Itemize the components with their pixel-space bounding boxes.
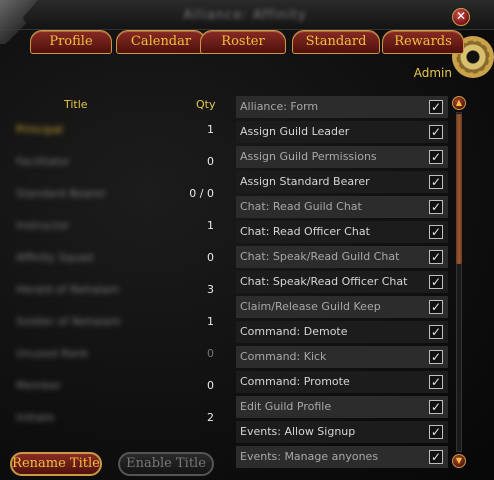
rank-title: Initiate	[16, 411, 55, 424]
permission-row[interactable]: Assign Standard Bearer ✓	[236, 171, 448, 193]
tab-bar: Profile Calendar Roster Standard Rewards	[30, 30, 464, 54]
permission-row[interactable]: Assign Guild Permissions ✓	[236, 146, 448, 168]
window-title: Alliance: Affinity	[183, 8, 307, 23]
rank-row[interactable]: Initiate 2	[6, 406, 228, 430]
permission-scrollbar[interactable]: ▲ ▼	[452, 96, 466, 468]
rank-row[interactable]: Soldier of Nehalam 1	[6, 310, 228, 334]
permission-row[interactable]: Claim/Release Guild Keep ✓	[236, 296, 448, 318]
rank-title: Unused Rank	[16, 347, 89, 360]
permission-list: Alliance: Form ✓ Assign Guild Leader ✓ Assig…	[236, 96, 450, 468]
rank-qty: 3	[207, 283, 214, 296]
qty-column-header: Qty	[196, 98, 216, 111]
rank-row[interactable]: Member 0	[6, 374, 228, 398]
enable-title-button[interactable]: Enable Title	[118, 452, 214, 476]
permission-checkbox[interactable]: ✓	[429, 125, 443, 139]
permission-row[interactable]: Command: Kick ✓	[236, 346, 448, 368]
rank-qty: 0	[207, 251, 214, 264]
permission-checkbox[interactable]: ✓	[429, 275, 443, 289]
tab-standard[interactable]: Standard	[292, 30, 380, 54]
permission-checkbox[interactable]: ✓	[429, 175, 443, 189]
rank-qty: 1	[207, 219, 214, 232]
permission-checkbox[interactable]: ✓	[429, 300, 443, 314]
permission-row[interactable]: Command: Demote ✓	[236, 321, 448, 343]
permission-checkbox[interactable]: ✓	[429, 225, 443, 239]
permission-label: Edit Guild Profile	[240, 400, 332, 413]
title-bar[interactable]: Alliance: Affinity ✕	[0, 0, 494, 44]
permission-label: Alliance: Form	[240, 100, 319, 113]
rank-row[interactable]: Affinity Squad 0	[6, 246, 228, 270]
permission-row[interactable]: Chat: Speak/Read Guild Chat ✓	[236, 246, 448, 268]
tab-roster[interactable]: Roster	[200, 30, 286, 54]
rank-qty: 0 / 0	[189, 187, 214, 200]
permission-row[interactable]: Chat: Speak/Read Officer Chat ✓	[236, 271, 448, 293]
rank-qty: 0	[207, 347, 214, 360]
permission-label: Command: Demote	[240, 325, 348, 338]
tab-profile[interactable]: Profile	[30, 30, 112, 54]
rank-qty: 0	[207, 379, 214, 392]
rank-row[interactable]: Herald of Nehalam 3	[6, 278, 228, 302]
permission-label: Assign Guild Permissions	[240, 150, 377, 163]
rank-qty: 2	[207, 411, 214, 424]
permission-label: Command: Kick	[240, 350, 327, 363]
permission-label: Chat: Read Officer Chat	[240, 225, 370, 238]
rank-title: Standard Bearer	[16, 187, 107, 200]
permission-checkbox[interactable]: ✓	[429, 100, 443, 114]
rank-title: Soldier of Nehalam	[16, 315, 121, 328]
rename-title-button[interactable]: Rename Title	[10, 452, 102, 476]
rank-qty: 1	[207, 315, 214, 328]
permission-checkbox[interactable]: ✓	[429, 450, 443, 464]
permission-row[interactable]: Edit Guild Profile ✓	[236, 396, 448, 418]
permission-row[interactable]: Chat: Read Officer Chat ✓	[236, 221, 448, 243]
selected-rank-label: Admin	[413, 66, 452, 80]
close-button[interactable]: ✕	[452, 8, 470, 26]
permission-label: Chat: Speak/Read Officer Chat	[240, 275, 408, 288]
rank-qty: 1	[207, 123, 214, 136]
scroll-thumb[interactable]	[456, 114, 462, 264]
rank-title: Instructor	[16, 219, 70, 232]
permission-row[interactable]: Events: Allow Signup ✓	[236, 421, 448, 443]
permission-row[interactable]: Command: Promote ✓	[236, 371, 448, 393]
title-column-header: Title	[64, 98, 88, 111]
permission-label: Command: Promote	[240, 375, 350, 388]
permission-label: Chat: Read Guild Chat	[240, 200, 362, 213]
permission-label: Events: Manage anyones	[240, 450, 379, 463]
tab-rewards[interactable]: Rewards	[382, 30, 464, 54]
rank-title: Principal	[16, 123, 63, 136]
rank-title: Facilitator	[16, 155, 70, 168]
permission-row[interactable]: Events: Manage anyones ✓	[236, 446, 448, 468]
permission-row[interactable]: Chat: Read Guild Chat ✓	[236, 196, 448, 218]
permission-checkbox[interactable]: ✓	[429, 250, 443, 264]
permission-checkbox[interactable]: ✓	[429, 350, 443, 364]
rank-row[interactable]: Instructor 1	[6, 214, 228, 238]
rank-title: Member	[16, 379, 62, 392]
permission-checkbox[interactable]: ✓	[429, 375, 443, 389]
permission-row[interactable]: Assign Guild Leader ✓	[236, 121, 448, 143]
permission-checkbox[interactable]: ✓	[429, 150, 443, 164]
permission-label: Claim/Release Guild Keep	[240, 300, 381, 313]
rank-row[interactable]: Principal 1	[6, 118, 228, 142]
rank-title: Herald of Nehalam	[16, 283, 120, 296]
rank-row[interactable]: Unused Rank 0	[6, 342, 228, 366]
permission-checkbox[interactable]: ✓	[429, 425, 443, 439]
rank-list: Title Qty Principal 1 Facilitator 0 Standard…	[6, 92, 228, 444]
tab-calendar[interactable]: Calendar	[116, 30, 206, 54]
rank-row[interactable]: Facilitator 0	[6, 150, 228, 174]
rank-row[interactable]: Standard Bearer 0 / 0	[6, 182, 228, 206]
permission-label: Assign Standard Bearer	[240, 175, 370, 188]
rank-title: Affinity Squad	[16, 251, 94, 264]
scroll-down-button[interactable]: ▼	[452, 454, 466, 468]
permission-row[interactable]: Alliance: Form ✓	[236, 96, 448, 118]
permission-checkbox[interactable]: ✓	[429, 325, 443, 339]
guild-window: Alliance: Affinity ✕ Profile Calendar Ro…	[0, 0, 494, 480]
rank-qty: 0	[207, 155, 214, 168]
permission-checkbox[interactable]: ✓	[429, 400, 443, 414]
permission-checkbox[interactable]: ✓	[429, 200, 443, 214]
permission-label: Events: Allow Signup	[240, 425, 356, 438]
scroll-up-button[interactable]: ▲	[452, 96, 466, 110]
permission-label: Assign Guild Leader	[240, 125, 350, 138]
permission-label: Chat: Speak/Read Guild Chat	[240, 250, 400, 263]
